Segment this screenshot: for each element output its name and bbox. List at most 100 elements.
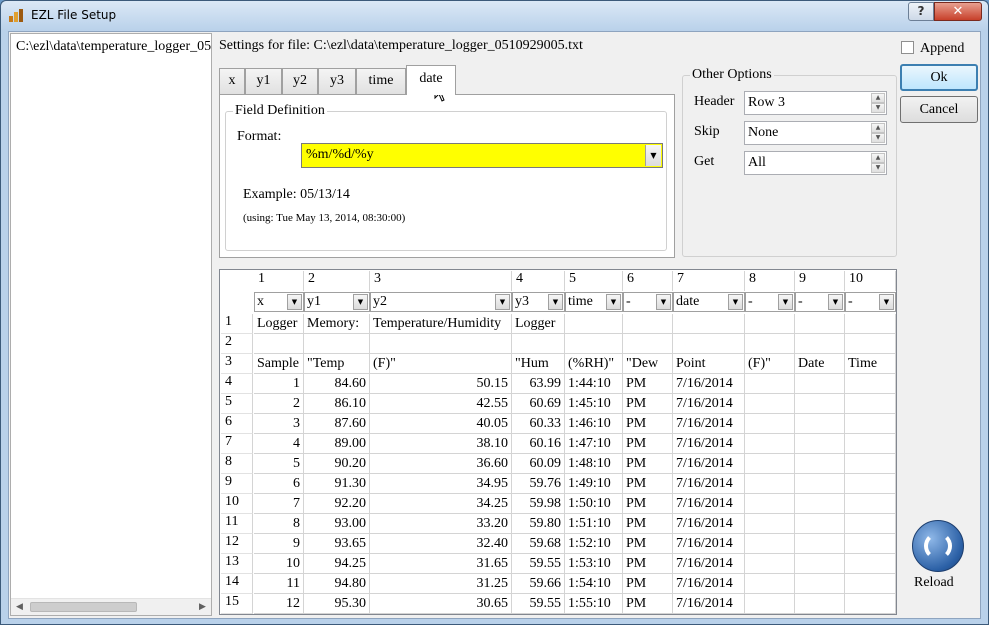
grid-cell: "Temp	[304, 354, 370, 374]
grid-cell	[845, 374, 896, 394]
column-type-dropdown[interactable]: y1 ▼	[304, 292, 370, 312]
column-type-dropdown[interactable]: - ▼	[745, 292, 795, 312]
grid-cell: 84.60	[304, 374, 370, 394]
row-number: 13	[221, 554, 253, 574]
reload-icon[interactable]	[912, 520, 964, 572]
grid-cell: 7/16/2014	[673, 534, 745, 554]
chevron-down-icon[interactable]: ▼	[645, 145, 661, 166]
grid-cell: 93.00	[304, 514, 370, 534]
grid-cell	[254, 334, 304, 354]
column-type-dropdown[interactable]: - ▼	[845, 292, 896, 312]
column-type-dropdown[interactable]: x ▼	[254, 292, 304, 312]
ok-button[interactable]: Ok	[900, 64, 978, 91]
column-number-header: 3	[370, 271, 512, 291]
header-spinner[interactable]: Row 3 ▲ ▼	[744, 91, 887, 115]
grid-cell	[370, 334, 512, 354]
grid-cell: 31.25	[370, 574, 512, 594]
tab-x[interactable]: x	[219, 68, 245, 94]
spin-down-icon[interactable]: ▼	[871, 103, 885, 113]
column-type-value: y2	[373, 294, 387, 309]
tab-y3[interactable]: y3	[318, 68, 356, 94]
skip-value: None	[748, 125, 779, 140]
app-icon	[9, 9, 23, 22]
spin-up-icon[interactable]: ▲	[871, 153, 885, 163]
tab-y2[interactable]: y2	[282, 68, 318, 94]
row-number: 9	[221, 474, 253, 494]
append-checkbox-box[interactable]	[901, 41, 914, 54]
tab-date[interactable]: date	[406, 65, 456, 95]
chevron-down-icon[interactable]: ▼	[828, 294, 843, 310]
scroll-thumb[interactable]	[30, 602, 137, 612]
grid-cell	[845, 594, 896, 614]
row-number: 6	[221, 414, 253, 434]
file-list-item[interactable]: C:\ezl\data\temperature_logger_051092900…	[16, 39, 211, 55]
chevron-down-icon[interactable]: ▼	[778, 294, 793, 310]
grid-cell: 59.76	[512, 474, 565, 494]
grid-cell	[623, 314, 673, 334]
column-type-value: -	[848, 294, 853, 309]
grid-cell: Time	[845, 354, 896, 374]
close-button[interactable]: ✕	[934, 2, 982, 21]
grid-cell: PM	[623, 574, 673, 594]
cancel-button[interactable]: Cancel	[900, 96, 978, 123]
reload-label[interactable]: Reload	[914, 575, 954, 591]
chevron-down-icon[interactable]: ▼	[656, 294, 671, 310]
spin-up-icon[interactable]: ▲	[871, 123, 885, 133]
chevron-down-icon[interactable]: ▼	[606, 294, 621, 310]
grid-cell: PM	[623, 394, 673, 414]
chevron-down-icon[interactable]: ▼	[728, 294, 743, 310]
grid-cell	[304, 334, 370, 354]
chevron-down-icon[interactable]: ▼	[287, 294, 302, 310]
file-list[interactable]: C:\ezl\data\temperature_logger_051092900…	[10, 33, 212, 616]
column-type-value: -	[748, 294, 753, 309]
grid-cell	[795, 534, 845, 554]
row-number: 1	[221, 314, 253, 334]
spin-down-icon[interactable]: ▼	[871, 133, 885, 143]
data-preview-grid[interactable]: 1 2 3 4 5 6 7 8 9 10 x ▼ y1 ▼ y2 ▼ y3 ▼ time ▼ - ▼ date ▼ - ▼ - ▼ - ▼…	[219, 269, 897, 615]
get-spinner[interactable]: All ▲ ▼	[744, 151, 887, 175]
skip-spinner[interactable]: None ▲ ▼	[744, 121, 887, 145]
column-type-dropdown[interactable]: - ▼	[623, 292, 673, 312]
tab-y1[interactable]: y1	[245, 68, 282, 94]
grid-cell	[845, 574, 896, 594]
column-type-dropdown[interactable]: time ▼	[565, 292, 623, 312]
scroll-right-icon[interactable]: ▶	[194, 599, 211, 615]
column-type-dropdown[interactable]: - ▼	[795, 292, 845, 312]
format-combo[interactable]: %m/%d/%y ▼	[301, 143, 663, 168]
chevron-down-icon[interactable]: ▼	[879, 294, 894, 310]
grid-cell	[623, 334, 673, 354]
grid-cell	[845, 474, 896, 494]
field-definition-legend: Field Definition	[233, 103, 327, 119]
column-type-dropdown[interactable]: y2 ▼	[370, 292, 512, 312]
chevron-down-icon[interactable]: ▼	[548, 294, 563, 310]
format-example: Example: 05/13/14	[243, 187, 350, 202]
append-checkbox[interactable]: Append	[901, 41, 964, 57]
append-label: Append	[920, 41, 965, 56]
grid-cell	[795, 334, 845, 354]
spin-down-icon[interactable]: ▼	[871, 163, 885, 173]
chevron-down-icon[interactable]: ▼	[495, 294, 510, 310]
row-number: 12	[221, 534, 253, 554]
grid-cell: 1:55:10	[565, 594, 623, 614]
grid-cell	[745, 334, 795, 354]
grid-cell: PM	[623, 434, 673, 454]
tab-time[interactable]: time	[356, 68, 406, 94]
grid-cell: 60.09	[512, 454, 565, 474]
file-list-hscrollbar[interactable]: ◀ ▶	[11, 598, 211, 615]
grid-cell: Memory:	[304, 314, 370, 334]
help-button[interactable]: ?	[908, 2, 934, 21]
column-type-value: -	[626, 294, 631, 309]
scroll-left-icon[interactable]: ◀	[11, 599, 28, 615]
grid-cell	[845, 454, 896, 474]
grid-cell	[565, 334, 623, 354]
grid-cell	[565, 314, 623, 334]
column-number-header: 9	[795, 271, 845, 291]
title-bar[interactable]: EZL File Setup ? ✕	[1, 1, 988, 31]
grid-cell	[745, 534, 795, 554]
column-type-dropdown[interactable]: y3 ▼	[512, 292, 565, 312]
grid-cell: 7/16/2014	[673, 434, 745, 454]
chevron-down-icon[interactable]: ▼	[353, 294, 368, 310]
spin-up-icon[interactable]: ▲	[871, 93, 885, 103]
grid-cell: 7	[254, 494, 304, 514]
column-type-dropdown[interactable]: date ▼	[673, 292, 745, 312]
